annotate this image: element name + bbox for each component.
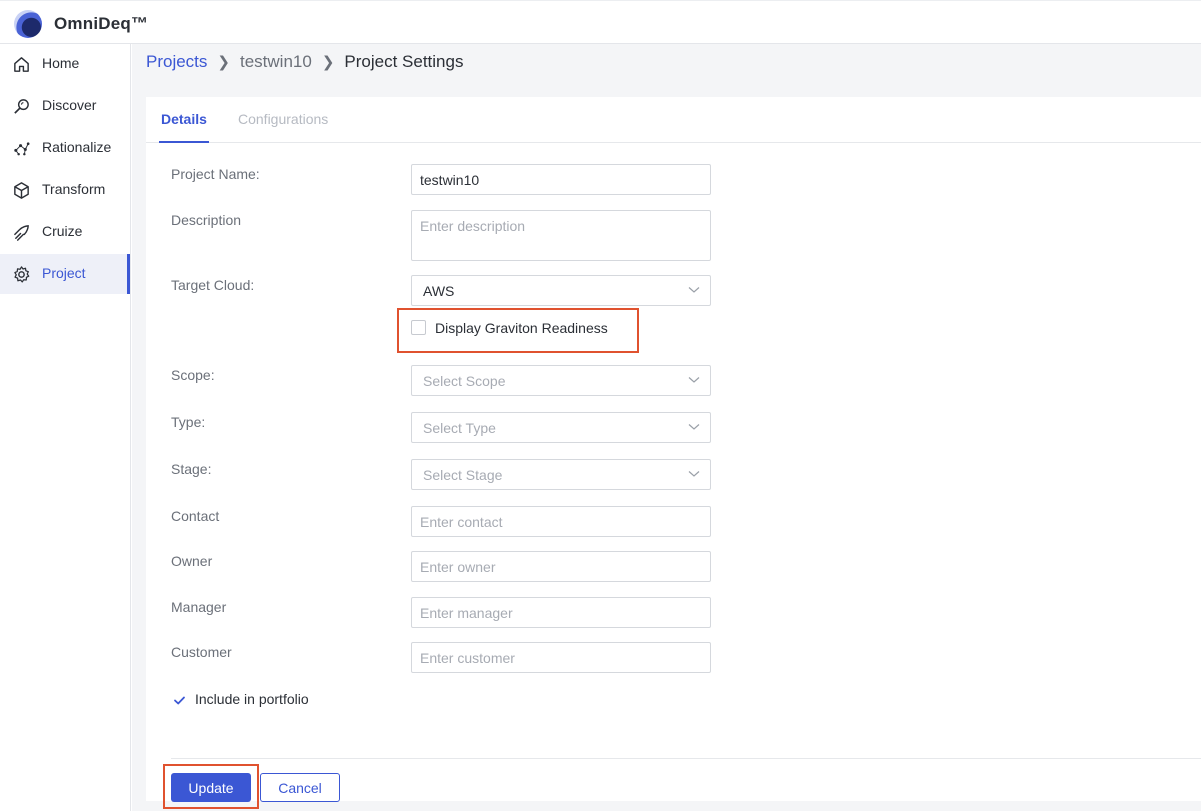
chevron-down-icon <box>688 471 700 477</box>
scope-placeholder: Select Scope <box>423 373 506 389</box>
rationalize-icon <box>14 142 30 156</box>
sidebar-item-label: Discover <box>42 97 97 113</box>
target-cloud-label: Target Cloud: <box>171 277 255 293</box>
breadcrumb-projects-link[interactable]: Projects <box>146 52 207 72</box>
portfolio-checkbox[interactable] <box>172 693 187 708</box>
discover-icon <box>14 99 29 114</box>
manager-input[interactable] <box>411 597 711 628</box>
sidebar-item-discover[interactable]: Discover <box>0 86 130 126</box>
footer-divider <box>171 758 1201 759</box>
tab-bar: Details Configurations <box>146 97 1201 143</box>
portfolio-label: Include in portfolio <box>195 691 309 707</box>
stage-placeholder: Select Stage <box>423 467 503 483</box>
sidebar-item-label: Cruize <box>42 223 83 239</box>
customer-label: Customer <box>171 644 232 660</box>
tab-configurations[interactable]: Configurations <box>238 111 328 127</box>
chevron-right-icon: ❯ <box>217 54 230 71</box>
type-label: Type: <box>171 414 206 430</box>
target-cloud-value: AWS <box>423 283 455 299</box>
sidebar-item-project[interactable]: Project <box>0 254 130 294</box>
target-cloud-select[interactable]: AWS <box>411 275 711 306</box>
sidebar: Home Discover Rationalize Transform Crui… <box>0 44 131 811</box>
sidebar-item-cruize[interactable]: Cruize <box>0 212 130 252</box>
app-name: OmniDeq™ <box>54 14 149 33</box>
sidebar-item-rationalize[interactable]: Rationalize <box>0 128 130 168</box>
contact-input[interactable] <box>411 506 711 537</box>
sidebar-item-label: Home <box>42 55 80 71</box>
sidebar-item-label: Transform <box>42 181 106 197</box>
scope-select[interactable]: Select Scope <box>411 365 711 396</box>
chevron-right-icon: ❯ <box>321 54 335 71</box>
sidebar-item-transform[interactable]: Transform <box>0 170 130 210</box>
description-input[interactable] <box>411 210 711 261</box>
sidebar-item-home[interactable]: Home <box>0 44 130 84</box>
chevron-down-icon <box>688 287 700 293</box>
tab-details[interactable]: Details <box>159 111 209 143</box>
omnideq-logo[interactable] <box>14 10 42 38</box>
cruize-icon <box>14 225 29 241</box>
sidebar-item-label: Project <box>42 265 86 281</box>
home-icon <box>14 57 29 72</box>
type-placeholder: Select Type <box>423 420 496 436</box>
type-select[interactable]: Select Type <box>411 412 711 443</box>
sidebar-item-label: Rationalize <box>42 139 112 155</box>
project-name-label: Project Name: <box>171 166 260 182</box>
cancel-button[interactable]: Cancel <box>260 773 340 802</box>
chevron-down-icon <box>688 424 700 430</box>
breadcrumb-current: Project Settings <box>344 52 464 71</box>
owner-label: Owner <box>171 553 213 569</box>
chevron-down-icon <box>688 377 700 383</box>
breadcrumb-project-link[interactable]: testwin10 <box>240 52 312 72</box>
customer-input[interactable] <box>411 642 711 673</box>
owner-input[interactable] <box>411 551 711 582</box>
cube-icon <box>14 182 29 199</box>
stage-label: Stage: <box>171 461 212 477</box>
graviton-readiness-label: Display Graviton Readiness <box>435 320 608 336</box>
contact-label: Contact <box>171 508 220 524</box>
stage-select[interactable]: Select Stage <box>411 459 711 490</box>
breadcrumb: Projects ❯ testwin10 ❯ Project Settings <box>146 52 463 72</box>
description-label: Description <box>171 212 242 228</box>
top-bar: OmniDeq™ <box>0 0 1201 44</box>
project-name-input[interactable] <box>411 164 711 195</box>
gear-icon <box>14 266 30 283</box>
update-button[interactable]: Update <box>171 773 251 802</box>
manager-label: Manager <box>171 599 227 615</box>
graviton-readiness-checkbox[interactable] <box>411 320 426 335</box>
scope-label: Scope: <box>171 367 215 383</box>
